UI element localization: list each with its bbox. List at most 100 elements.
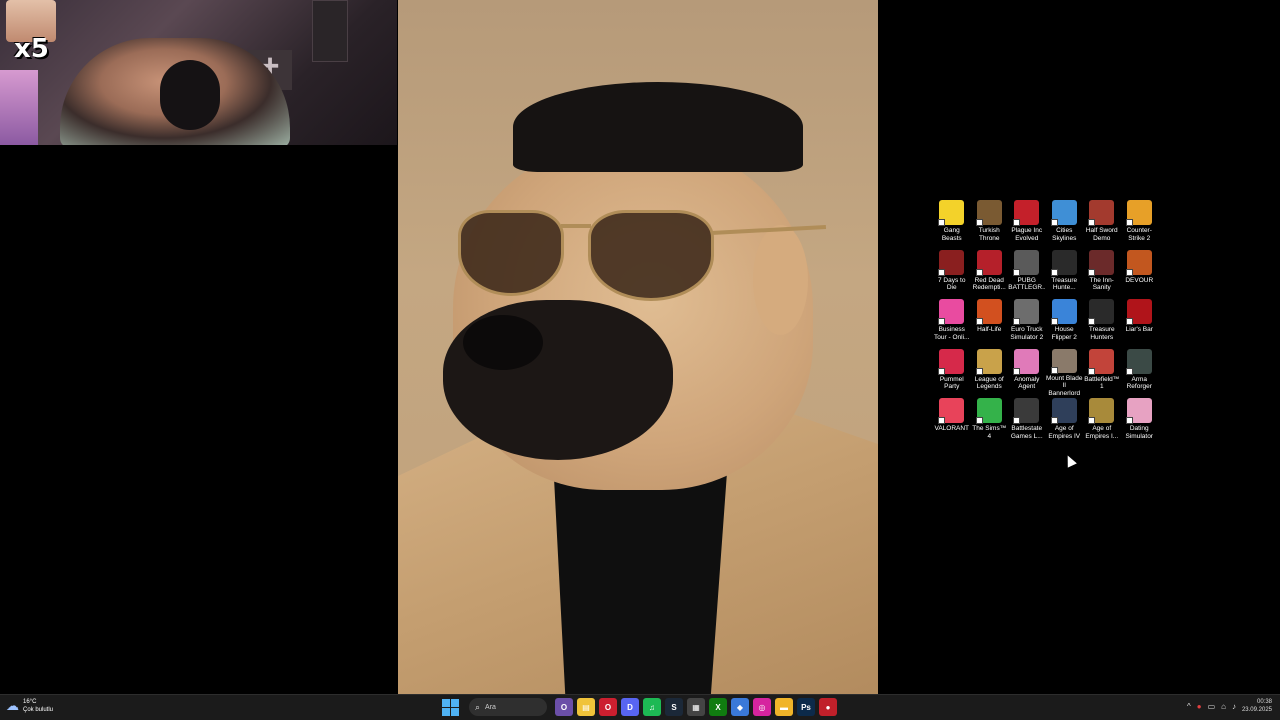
browser-icon[interactable]: O — [555, 698, 573, 716]
weather-widget[interactable]: ☁ 16°C Çok bulutlu — [6, 698, 53, 714]
desktop-icon-label: Half Sword Demo — [1085, 227, 1118, 242]
desktop-icon-label: Treasure Hunte... — [1051, 276, 1078, 292]
start-button[interactable] — [442, 698, 459, 716]
display-icon[interactable]: ▭ — [1208, 702, 1216, 711]
wallpaper-hair — [513, 82, 803, 172]
desktop-icon-label: Gang Beasts — [941, 227, 962, 242]
photoshop-icon[interactable]: Ps — [797, 698, 815, 716]
euro-truck-icon — [1013, 299, 1040, 326]
weather-desc: Çok bulutlu — [23, 707, 54, 713]
desktop-icon[interactable]: Pummel Party — [933, 347, 971, 397]
discord-icon[interactable]: D — [621, 698, 639, 716]
desktop-icon-label: Turkish Throne — [978, 227, 1000, 242]
desktop-icon[interactable]: DEVOUR — [1121, 248, 1159, 298]
desktop-icon[interactable]: House Flipper 2 — [1046, 297, 1084, 347]
bannerlord-icon — [1050, 348, 1077, 374]
battlestate-icon — [1013, 398, 1040, 425]
instagram-icon[interactable]: ◎ — [753, 698, 771, 716]
wallpaper-nose — [463, 315, 543, 370]
desktop-icon[interactable]: Mount Blade II Bannerlord — [1046, 347, 1084, 396]
desktop-icon[interactable]: PUBG BATTLEGR... — [1008, 248, 1046, 298]
network-icon[interactable]: ⌂ — [1221, 702, 1226, 711]
desktop-icon[interactable]: Treasure Hunte... — [1046, 248, 1084, 298]
mouse-cursor-icon — [1063, 453, 1077, 468]
windows-logo-icon — [442, 698, 450, 707]
desktop-icon[interactable]: Plague Inc Evolved — [1008, 198, 1046, 248]
turkish-throne-icon — [975, 200, 1002, 226]
desktop-icon[interactable]: The Sims™ 4 — [971, 396, 1009, 446]
spotify-icon[interactable]: ♫ — [643, 698, 661, 716]
desktop-icon[interactable]: Anomaly Agent — [1008, 347, 1046, 397]
clock-date: 23.09.2025 — [1241, 707, 1272, 713]
desktop-icon[interactable]: Red Dead Redempti... — [971, 248, 1009, 298]
league-of-legends-icon — [975, 348, 1002, 375]
desktop-icon[interactable]: Treasure Hunters — [1083, 297, 1121, 347]
desktop-icon-label: Business Tour - Onli... — [934, 326, 970, 341]
desktop-icon-label: Anomaly Agent — [1014, 375, 1040, 391]
desktop-icon[interactable]: Battlefield™ 1 — [1083, 347, 1121, 397]
desktop-icon[interactable]: Age of Empires I... — [1083, 396, 1121, 446]
devhome-icon[interactable]: ▦ — [687, 698, 705, 716]
desktop-icon[interactable]: The Inn-Sanity — [1083, 248, 1121, 298]
chevron-up-icon[interactable]: ^ — [1187, 702, 1191, 711]
desktop-icon-label: Counter-Strike 2 — [1126, 227, 1152, 242]
desktop-icon[interactable]: Half Sword Demo — [1083, 198, 1121, 248]
devour-icon — [1125, 249, 1152, 276]
desktop-icon-label: Treasure Hunters — [1088, 326, 1115, 341]
desktop-icon[interactable]: Age of Empires IV — [1046, 396, 1084, 446]
search-icon: ⌕ — [475, 701, 481, 712]
taskbar-center: ⌕ Ara O ▤ O D ♫ S ▦ X ◆ ◎ ▬ Ps ● — [442, 698, 837, 716]
dating-sim-icon — [1125, 398, 1152, 425]
desktop-icon[interactable]: Dating Simulator — [1121, 396, 1159, 446]
opera-icon[interactable]: O — [599, 698, 617, 716]
xbox-icon[interactable]: X — [709, 698, 727, 716]
house-flipper-icon — [1050, 299, 1077, 326]
sunglasses-temple — [710, 224, 827, 236]
desktop-icon-label: Age of Empires I... — [1085, 425, 1119, 440]
desktop-icon-label: VALORANT — [934, 425, 970, 433]
desktop-icon[interactable]: Euro Truck Simulator 2 — [1008, 297, 1046, 347]
clock[interactable]: 00:38 23.09.2025 — [1242, 698, 1272, 714]
desktop-icons-grid: Gang Beasts Turkish Throne Plague Inc Evol… — [933, 198, 1158, 446]
sims-icon — [975, 398, 1002, 425]
desktop-icon[interactable]: VALORANT — [933, 396, 971, 446]
desktop-icon[interactable]: Gang Beasts — [933, 198, 971, 248]
desktop-icon[interactable]: Cities Skylines — [1046, 198, 1084, 248]
microphone-icon[interactable]: ● — [1197, 702, 1202, 711]
multiplier-badge: x5 — [14, 34, 49, 64]
desktop-icon[interactable]: Counter-Strike 2 — [1121, 198, 1159, 248]
desktop-icon[interactable]: Arma Reforger — [1121, 347, 1159, 397]
plague-inc-icon — [1013, 200, 1040, 226]
copilot-icon[interactable]: ◆ — [731, 698, 749, 716]
wallpaper-sunglasses — [453, 210, 827, 305]
red-dead-icon — [975, 249, 1002, 276]
volume-icon[interactable]: ♪ — [1232, 702, 1236, 711]
desktop-icon-label: League of Legends — [974, 375, 1004, 391]
sunglasses-right-lens — [588, 210, 714, 301]
explorer-icon[interactable]: ▤ — [577, 698, 595, 716]
taskbar-search[interactable]: ⌕ Ara — [469, 698, 547, 716]
files-icon[interactable]: ▬ — [775, 698, 793, 716]
desktop-icon[interactable]: Liar's Bar — [1121, 297, 1159, 347]
counter-strike-icon — [1125, 200, 1152, 226]
desktop-icon[interactable]: 7 Days to Die — [933, 248, 971, 298]
7-days-to-die-icon — [938, 249, 965, 276]
steam-icon[interactable]: S — [665, 698, 683, 716]
inn-sanity-icon — [1088, 249, 1115, 276]
desktop-icon[interactable]: Turkish Throne — [971, 198, 1009, 248]
desktop-icon[interactable]: Business Tour - Onli... — [933, 297, 971, 347]
weather-temp: 16°C — [23, 699, 37, 705]
sunglasses-left-lens — [458, 210, 564, 296]
gang-beasts-icon — [938, 200, 965, 226]
desktop-icon[interactable]: League of Legends — [971, 347, 1009, 397]
desktop-icon[interactable]: Half-Life — [971, 297, 1009, 347]
desktop-icon[interactable]: Battlestate Games L... — [1008, 396, 1046, 446]
cities-skylines-icon — [1050, 200, 1077, 226]
desktop-icon-label: Euro Truck Simulator 2 — [1010, 326, 1044, 341]
desktop-icon-label: PUBG BATTLEGR... — [1008, 276, 1046, 292]
cloud-icon: ☁ — [6, 698, 19, 713]
taskbar: ☁ 16°C Çok bulutlu ⌕ Ara O ▤ O D ♫ S ▦ X ◆ ◎ ▬ Ps ● … — [0, 694, 1280, 720]
headset — [160, 60, 220, 130]
recorder-icon[interactable]: ● — [819, 698, 837, 716]
desktop-icon-label: House Flipper 2 — [1051, 326, 1077, 341]
